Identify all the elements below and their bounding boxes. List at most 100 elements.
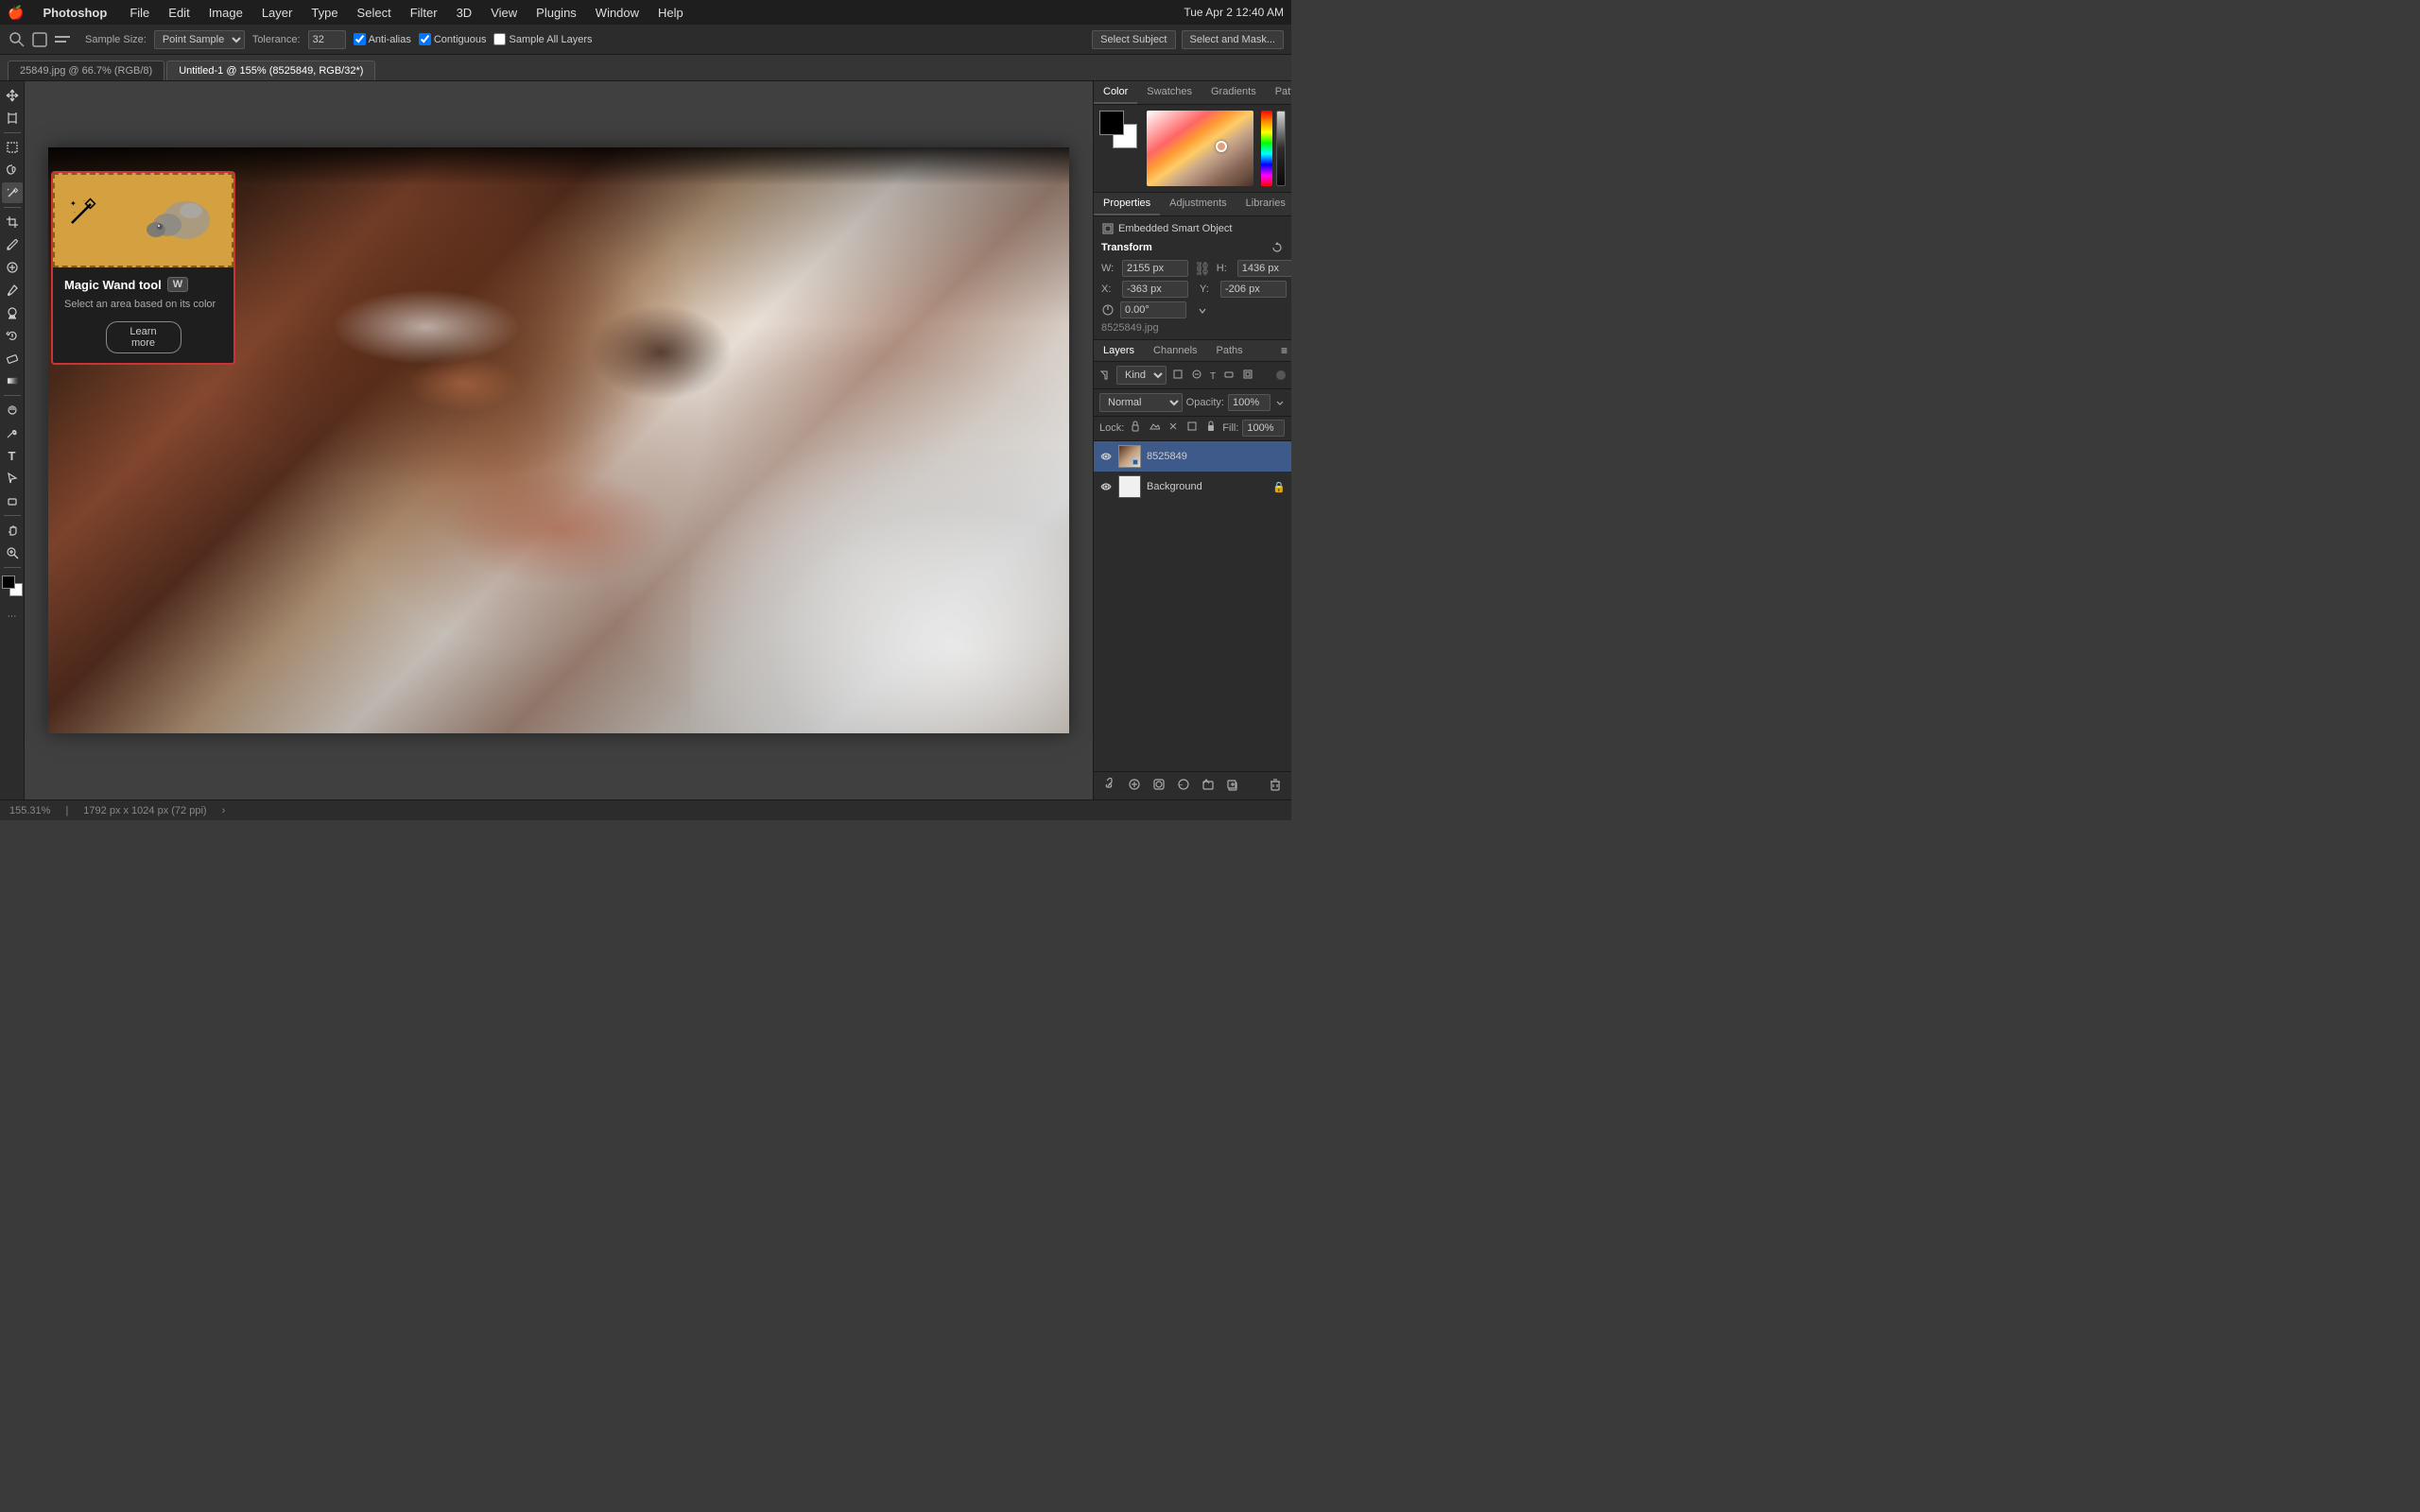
- sample-all-label[interactable]: Sample All Layers: [493, 33, 592, 45]
- hue-strip[interactable]: [1261, 111, 1272, 186]
- lasso-tool-button[interactable]: [2, 160, 23, 180]
- path-select-tool-button[interactable]: [2, 468, 23, 489]
- filter-adjustment-button[interactable]: [1189, 367, 1204, 385]
- new-adjustment-button[interactable]: [1173, 776, 1194, 796]
- tab-0[interactable]: 25849.jpg @ 66.7% (RGB/8): [8, 60, 164, 80]
- color-spectrum[interactable]: [1147, 111, 1253, 186]
- layers-tab[interactable]: Layers: [1094, 340, 1144, 361]
- anti-alias-label[interactable]: Anti-alias: [354, 33, 411, 45]
- menu-image[interactable]: Image: [201, 4, 251, 22]
- layer-item-8525849[interactable]: 8525849: [1094, 441, 1291, 472]
- delete-layer-button[interactable]: [1265, 776, 1286, 796]
- menu-3d[interactable]: 3D: [449, 4, 480, 22]
- more-tools-button[interactable]: ⋯: [2, 606, 23, 627]
- artboard-tool-button[interactable]: [2, 108, 23, 129]
- libraries-tab[interactable]: Libraries: [1236, 193, 1291, 215]
- add-style-button[interactable]: [1124, 776, 1145, 796]
- eyedropper-tool-button[interactable]: [2, 234, 23, 255]
- filter-shape-button[interactable]: [1221, 367, 1236, 385]
- y-input[interactable]: [1220, 281, 1287, 298]
- add-mask-button[interactable]: [1149, 776, 1169, 796]
- magic-wand-tool-button[interactable]: ✦ ·: [2, 182, 23, 203]
- menu-edit[interactable]: Edit: [161, 4, 197, 22]
- channels-tab[interactable]: Channels: [1144, 340, 1206, 361]
- filter-pixel-button[interactable]: [1170, 367, 1185, 385]
- tolerance-input[interactable]: [308, 30, 346, 49]
- lock-transparent-button[interactable]: [1128, 419, 1143, 437]
- learn-more-button[interactable]: Learn more: [106, 321, 182, 353]
- lock-all-button[interactable]: [1203, 419, 1219, 437]
- kind-filter-select[interactable]: Kind: [1116, 366, 1167, 385]
- reset-transform-icon[interactable]: [1270, 241, 1284, 254]
- menu-view[interactable]: View: [483, 4, 525, 22]
- opacity-strip[interactable]: [1276, 111, 1286, 186]
- menu-type[interactable]: Type: [303, 4, 345, 22]
- menu-plugins[interactable]: Plugins: [528, 4, 584, 22]
- gradients-tab[interactable]: Gradients: [1201, 81, 1266, 104]
- history-tool-button[interactable]: [2, 325, 23, 346]
- filter-toggle[interactable]: [1276, 370, 1286, 380]
- text-tool-button[interactable]: T: [2, 445, 23, 466]
- opacity-dropdown-icon[interactable]: [1274, 397, 1286, 408]
- sample-size-select[interactable]: Point Sample: [154, 30, 245, 49]
- paths-tab[interactable]: Paths: [1207, 340, 1253, 361]
- new-layer-button[interactable]: [1222, 776, 1243, 796]
- filter-smart-button[interactable]: [1240, 367, 1255, 385]
- brush-tool-button[interactable]: [2, 280, 23, 301]
- blend-mode-select[interactable]: Normal: [1099, 393, 1183, 412]
- tab-1[interactable]: Untitled-1 @ 155% (8525849, RGB/32*): [166, 60, 375, 80]
- eraser-tool-button[interactable]: [2, 348, 23, 369]
- angle-input[interactable]: [1120, 301, 1186, 318]
- dodge-tool-button[interactable]: [2, 400, 23, 421]
- patterns-tab[interactable]: Patterns: [1266, 81, 1291, 104]
- hand-tool-button[interactable]: [2, 520, 23, 541]
- gradient-tool-button[interactable]: [2, 370, 23, 391]
- angle-dropdown-icon[interactable]: [1196, 303, 1209, 317]
- color-spectrum-area[interactable]: [1147, 111, 1253, 186]
- swatches-tab[interactable]: Swatches: [1137, 81, 1201, 104]
- menu-select[interactable]: Select: [350, 4, 399, 22]
- color-tab[interactable]: Color: [1094, 81, 1137, 104]
- select-and-mask-button[interactable]: Select and Mask...: [1182, 30, 1285, 49]
- shape-tool-button[interactable]: [2, 490, 23, 511]
- height-input[interactable]: [1237, 260, 1291, 277]
- select-subject-button[interactable]: Select Subject: [1092, 30, 1175, 49]
- properties-tab[interactable]: Properties: [1094, 193, 1160, 215]
- layers-options-icon[interactable]: ≡: [1277, 340, 1291, 361]
- foreground-swatch[interactable]: [1099, 111, 1124, 135]
- menu-layer[interactable]: Layer: [254, 4, 301, 22]
- link-layers-button[interactable]: [1099, 776, 1120, 796]
- lock-artboard-button[interactable]: [1184, 419, 1200, 437]
- lock-position-button[interactable]: [1166, 419, 1181, 437]
- pen-tool-button[interactable]: [2, 422, 23, 443]
- status-arrow[interactable]: ›: [222, 805, 226, 816]
- x-input[interactable]: [1122, 281, 1188, 298]
- lock-pixels-button[interactable]: [1147, 419, 1162, 437]
- layer-visibility-1[interactable]: [1099, 450, 1113, 463]
- anti-alias-checkbox[interactable]: [354, 33, 366, 45]
- canvas-area[interactable]: ✦ · ·: [25, 81, 1093, 799]
- app-name[interactable]: Photoshop: [35, 4, 114, 22]
- menu-file[interactable]: File: [122, 4, 157, 22]
- foreground-color-swatch[interactable]: [2, 576, 15, 589]
- crop-tool-button[interactable]: [2, 212, 23, 232]
- stamp-tool-button[interactable]: [2, 302, 23, 323]
- move-tool-button[interactable]: [2, 85, 23, 106]
- contiguous-checkbox[interactable]: [419, 33, 431, 45]
- menu-help[interactable]: Help: [650, 4, 691, 22]
- layer-visibility-2[interactable]: [1099, 480, 1113, 493]
- zoom-tool-button[interactable]: [2, 542, 23, 563]
- color-swatches[interactable]: [2, 576, 23, 596]
- heal-tool-button[interactable]: [2, 257, 23, 278]
- apple-logo-icon[interactable]: 🍎: [8, 5, 24, 21]
- fill-input[interactable]: [1242, 420, 1285, 437]
- layer-item-background[interactable]: Background 🔒: [1094, 472, 1291, 502]
- fg-bg-swatches[interactable]: [1099, 111, 1137, 148]
- marquee-tool-button[interactable]: [2, 137, 23, 158]
- opacity-input[interactable]: [1228, 394, 1270, 411]
- menu-window[interactable]: Window: [588, 4, 647, 22]
- width-input[interactable]: [1122, 260, 1188, 277]
- new-group-button[interactable]: [1198, 776, 1219, 796]
- sample-all-checkbox[interactable]: [493, 33, 506, 45]
- filter-type-button[interactable]: T: [1208, 367, 1218, 384]
